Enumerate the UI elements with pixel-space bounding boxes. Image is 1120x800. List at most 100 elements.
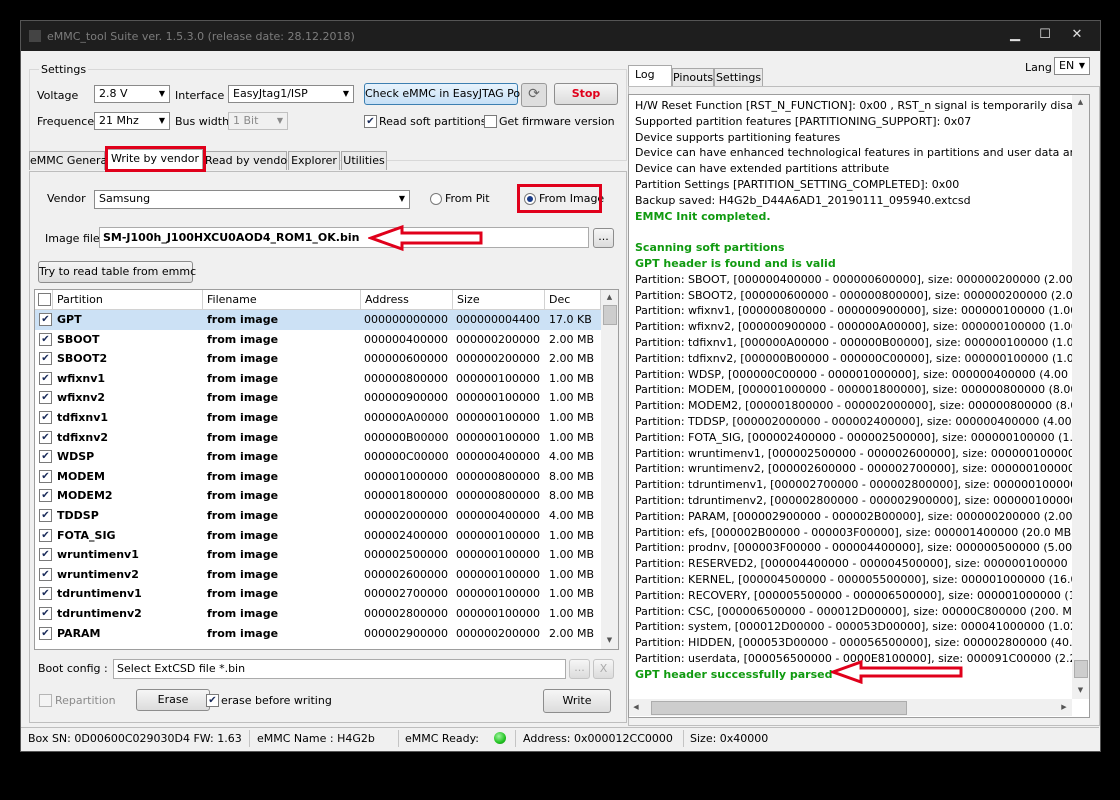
table-row[interactable]: ✔ SBOOT from image 000000400000 000000200000… <box>35 330 601 350</box>
column-header-dec[interactable]: Dec <box>545 290 601 310</box>
get-firmware-version-checkbox[interactable] <box>484 115 497 128</box>
interface-select[interactable]: EasyJtag1/ISP ▼ <box>228 85 354 103</box>
row-checkbox[interactable]: ✔ <box>39 509 52 522</box>
row-checkbox[interactable]: ✔ <box>39 626 52 640</box>
tab-emmc-general[interactable]: eMMC General <box>29 151 110 170</box>
size-cell: 000000100000 <box>456 587 540 601</box>
tab-read-by-vendor[interactable]: Read by vendor <box>204 151 292 170</box>
buswidth-select[interactable]: 1 Bit ▼ <box>228 112 288 130</box>
table-row[interactable]: ✔ GPT from image 000000000000 000000004400 17… <box>35 310 601 330</box>
table-row[interactable]: ✔ tdruntimenv2 from image 000002800000 00000… <box>35 604 601 624</box>
row-checkbox[interactable]: ✔ <box>39 313 52 326</box>
close-button[interactable]: ✕ <box>1063 25 1091 45</box>
frequence-select[interactable]: 21 Mhz ▼ <box>94 112 170 130</box>
address-cell: 000002400000 <box>364 528 448 542</box>
table-row[interactable]: ✔ wruntimenv2 from image 000002600000 000000… <box>35 565 601 585</box>
column-header-filename[interactable]: Filename <box>203 290 361 310</box>
scroll-left-icon[interactable]: ◀ <box>629 699 643 716</box>
image-file-label: Image file <box>45 232 100 245</box>
scroll-thumb[interactable] <box>651 701 907 715</box>
boot-browse-button[interactable]: ... <box>569 659 590 679</box>
vendor-select[interactable]: Samsung ▼ <box>94 190 410 209</box>
row-checkbox[interactable]: ✔ <box>39 528 52 542</box>
frequence-label: Frequence <box>37 115 95 128</box>
table-row[interactable]: ✔ MODEM from image 000001000000 000000800000… <box>35 467 601 487</box>
table-row[interactable]: ✔ FOTA_SIG from image 000002400000 000000100… <box>35 526 601 546</box>
row-checkbox[interactable]: ✔ <box>39 607 52 620</box>
table-row[interactable]: ✔ wfixnv2 from image 000000900000 0000001000… <box>35 388 601 408</box>
scroll-thumb[interactable] <box>1074 660 1088 678</box>
scroll-down-icon[interactable]: ▼ <box>1072 683 1089 697</box>
row-checkbox[interactable]: ✔ <box>39 391 52 405</box>
row-checkbox[interactable]: ✔ <box>39 411 52 424</box>
read-soft-partitions-label: Read soft partitions <box>379 115 487 128</box>
repartition-checkbox[interactable] <box>39 694 52 707</box>
table-scrollbar[interactable]: ▲ ▼ <box>601 290 618 649</box>
tab-log[interactable]: Log <box>628 65 672 87</box>
image-file-input[interactable]: SM-J100h_J100HXCU0AOD4_ROM1_OK.bin <box>99 227 589 248</box>
table-row[interactable]: ✔ wruntimenv1 from image 000002500000 000000… <box>35 545 601 565</box>
table-row[interactable]: ✔ TDDSP from image 000002000000 000000400000… <box>35 506 601 526</box>
status-bar: Box SN: 0D00600C029030D4 FW: 1.63 eMMC N… <box>21 727 1099 750</box>
maximize-button[interactable]: ☐ <box>1031 25 1059 45</box>
tab-utilities[interactable]: Utilities <box>341 151 387 170</box>
status-divider <box>249 730 250 747</box>
row-checkbox[interactable]: ✔ <box>39 371 52 385</box>
log-vscrollbar[interactable]: ▲ ▼ <box>1072 95 1089 699</box>
table-row[interactable]: ✔ SBOOT2 from image 000000600000 00000020000… <box>35 349 601 369</box>
log-hscrollbar[interactable]: ◀ ▶ <box>629 699 1072 716</box>
lang-select[interactable]: EN ▼ <box>1054 57 1090 75</box>
row-checkbox[interactable]: ✔ <box>39 352 52 366</box>
column-header-address[interactable]: Address <box>361 290 453 310</box>
column-header-size[interactable]: Size <box>453 290 545 310</box>
title-bar[interactable]: eMMC_tool Suite ver. 1.5.3.0 (release da… <box>21 21 1100 51</box>
log-line: Partition: FOTA_SIG, [000002400000 - 000… <box>635 430 1090 444</box>
log-output[interactable]: H/W Reset Function [RST_N_FUNCTION]: 0x0… <box>628 94 1090 718</box>
erase-before-writing-checkbox[interactable]: ✔ <box>206 694 219 707</box>
column-header-partition[interactable]: Partition <box>53 290 203 310</box>
interface-label: Interface <box>175 89 225 102</box>
write-button[interactable]: Write <box>543 689 611 713</box>
table-row[interactable]: ✔ PARAM from image 000002900000 000000200000… <box>35 624 601 644</box>
row-checkbox[interactable]: ✔ <box>39 567 52 581</box>
stop-button[interactable]: Stop <box>554 83 618 105</box>
header-select-all[interactable] <box>35 290 53 310</box>
log-line: GPT header is found and is valid <box>635 257 836 270</box>
read-soft-partitions-checkbox[interactable]: ✔ <box>364 115 377 128</box>
image-browse-button[interactable]: ... <box>593 228 614 248</box>
arrow-left-icon <box>831 660 963 684</box>
table-row[interactable]: ✔ MODEM2 from image 000001800000 00000080000… <box>35 486 601 506</box>
refresh-icon[interactable]: ⟳ <box>521 83 547 107</box>
table-row[interactable]: ✔ tdfixnv1 from image 000000A00000 000000100… <box>35 408 601 428</box>
from-pit-radio[interactable] <box>430 193 442 205</box>
boot-clear-button[interactable]: X <box>593 659 614 679</box>
table-row[interactable]: ✔ wfixnv1 from image 000000800000 0000001000… <box>35 369 601 389</box>
read-table-button[interactable]: Try to read table from emmc <box>38 261 196 283</box>
boot-config-input[interactable]: Select ExtCSD file *.bin <box>113 659 566 679</box>
row-checkbox[interactable]: ✔ <box>39 548 52 562</box>
minimize-button[interactable]: ▁ <box>1001 25 1029 45</box>
scroll-up-icon[interactable]: ▲ <box>1072 95 1089 109</box>
erase-button[interactable]: Erase <box>136 689 210 711</box>
row-checkbox[interactable]: ✔ <box>39 450 52 464</box>
scroll-down-icon[interactable]: ▼ <box>601 633 618 647</box>
row-checkbox[interactable]: ✔ <box>39 469 52 483</box>
scroll-right-icon[interactable]: ▶ <box>1057 699 1071 716</box>
tab-settings[interactable]: Settings <box>714 68 763 86</box>
row-checkbox[interactable]: ✔ <box>39 430 52 444</box>
row-checkbox[interactable]: ✔ <box>39 332 52 346</box>
partition-cell: tdfixnv2 <box>57 430 109 444</box>
table-row[interactable]: ✔ tdruntimenv1 from image 000002700000 00000… <box>35 584 601 604</box>
check-emmc-button[interactable]: Check eMMC in EasyJTAG Port <box>364 83 529 105</box>
tab-explorer[interactable]: Explorer <box>288 151 340 170</box>
row-checkbox[interactable]: ✔ <box>39 489 52 503</box>
select-all-checkbox[interactable] <box>38 293 51 306</box>
row-checkbox[interactable]: ✔ <box>39 587 52 601</box>
table-row[interactable]: ✔ tdfixnv2 from image 000000B00000 000000100… <box>35 428 601 448</box>
scroll-up-icon[interactable]: ▲ <box>601 290 618 304</box>
log-line: Partition: RECOVERY, [000005500000 - 000… <box>635 588 1090 602</box>
table-row[interactable]: ✔ WDSP from image 000000C00000 000000400000 4… <box>35 447 601 467</box>
voltage-select[interactable]: 2.8 V ▼ <box>94 85 170 103</box>
scroll-thumb[interactable] <box>603 305 617 325</box>
tab-pinouts[interactable]: Pinouts <box>672 68 714 86</box>
